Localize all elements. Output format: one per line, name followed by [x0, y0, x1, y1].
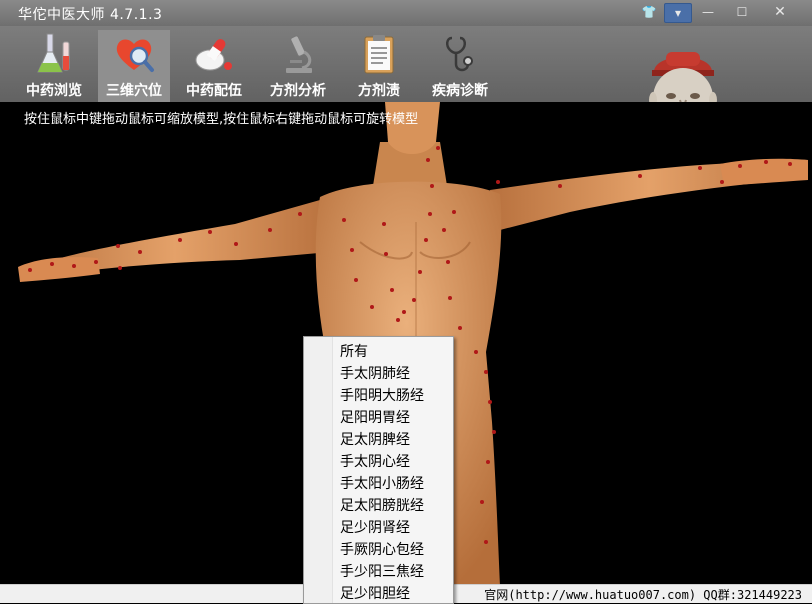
menu-item-small-intestine-meridian[interactable]: 手太阳小肠经	[304, 470, 453, 492]
app-window: 华佗中医大师 4.7.1.3 👕 ▾ — ☐ ✕ 中药浏览 三维穴位 中药配伍 …	[0, 0, 812, 604]
menu-item-label: 足太阳膀胱经	[340, 498, 424, 514]
menu-item-label: 所有	[340, 344, 368, 360]
tab-3d-acupoints[interactable]: 三维穴位	[98, 30, 170, 102]
menu-item-label: 手阳明大肠经	[340, 388, 424, 404]
menu-button[interactable]: ▾	[664, 3, 692, 23]
status-text: 官网(http://www.huatuo007.com) QQ群:3214492…	[484, 588, 802, 602]
menu-item-heart-meridian[interactable]: 手太阴心经	[304, 448, 453, 470]
menu-item-label: 足太阴脾经	[340, 432, 410, 448]
tab-prescription-analysis[interactable]: 方剂分析	[262, 30, 334, 102]
title-bar[interactable]: 华佗中医大师 4.7.1.3 👕 ▾ — ☐ ✕	[0, 0, 812, 26]
menu-item-spleen-meridian[interactable]: 足太阴脾经	[304, 426, 453, 448]
close-button[interactable]: ✕	[762, 3, 798, 21]
menu-item-triple-burner-meridian[interactable]: 手少阳三焦经	[304, 558, 453, 580]
tab-label: 中药浏览	[26, 83, 82, 99]
heart-magnifier-icon	[116, 39, 154, 72]
menu-item-label: 手少阳三焦经	[340, 564, 424, 580]
menu-item-label: 手太阳小肠经	[340, 476, 424, 492]
menu-item-kidney-meridian[interactable]: 足少阴肾经	[304, 514, 453, 536]
tab-label: 方剂渍	[358, 83, 400, 99]
microscope-icon	[286, 35, 312, 73]
tab-label: 方剂分析	[270, 83, 326, 99]
tab-label: 三维穴位	[106, 83, 162, 99]
tab-herb-compatibility[interactable]: 中药配伍	[178, 30, 250, 102]
menu-item-pericardium-meridian[interactable]: 手厥阴心包经	[304, 536, 453, 558]
tab-prescription-source[interactable]: 方剂渍	[343, 30, 415, 102]
viewport-hint-text: 按住鼠标中键拖动鼠标可缩放模型,按住鼠标右键拖动鼠标可旋转模型	[24, 112, 419, 127]
tab-label: 疾病诊断	[432, 83, 488, 99]
menu-item-label: 手厥阴心包经	[340, 542, 424, 558]
pills-icon	[195, 39, 232, 71]
main-toolbar: 中药浏览 三维穴位 中药配伍 方剂分析 方剂渍 疾病诊断	[0, 26, 812, 128]
menu-item-label: 手太阴心经	[340, 454, 410, 470]
clipboard-icon	[364, 35, 394, 74]
tab-disease-diagnosis[interactable]: 疾病诊断	[424, 30, 496, 102]
maximize-button[interactable]: ☐	[728, 3, 756, 21]
menu-item-all[interactable]: 所有	[304, 338, 453, 360]
menu-item-lung-meridian[interactable]: 手太阴肺经	[304, 360, 453, 382]
minimize-button[interactable]: —	[694, 3, 722, 21]
menu-item-large-intestine-meridian[interactable]: 手阳明大肠经	[304, 382, 453, 404]
menu-item-stomach-meridian[interactable]: 足阳明胃经	[304, 404, 453, 426]
meridian-context-menu[interactable]: 所有 手太阴肺经 手阳明大肠经 足阳明胃经 足太阴脾经 手太阴心经 手太阳小肠经…	[303, 336, 454, 604]
menu-item-label: 足少阴肾经	[340, 520, 410, 536]
flask-icon	[37, 33, 70, 73]
skin-button[interactable]: 👕	[641, 3, 657, 21]
menu-item-label: 手太阴肺经	[340, 366, 410, 382]
menu-item-label: 足阳明胃经	[340, 410, 410, 426]
window-title: 华佗中医大师 4.7.1.3	[18, 7, 163, 23]
menu-item-label: 足少阳胆经	[340, 586, 410, 602]
menu-item-gallbladder-meridian[interactable]: 足少阳胆经	[304, 580, 453, 602]
menu-item-bladder-meridian[interactable]: 足太阳膀胱经	[304, 492, 453, 514]
stethoscope-icon	[446, 36, 473, 72]
tab-herb-browse[interactable]: 中药浏览	[18, 30, 90, 102]
tab-label: 中药配伍	[186, 83, 242, 99]
